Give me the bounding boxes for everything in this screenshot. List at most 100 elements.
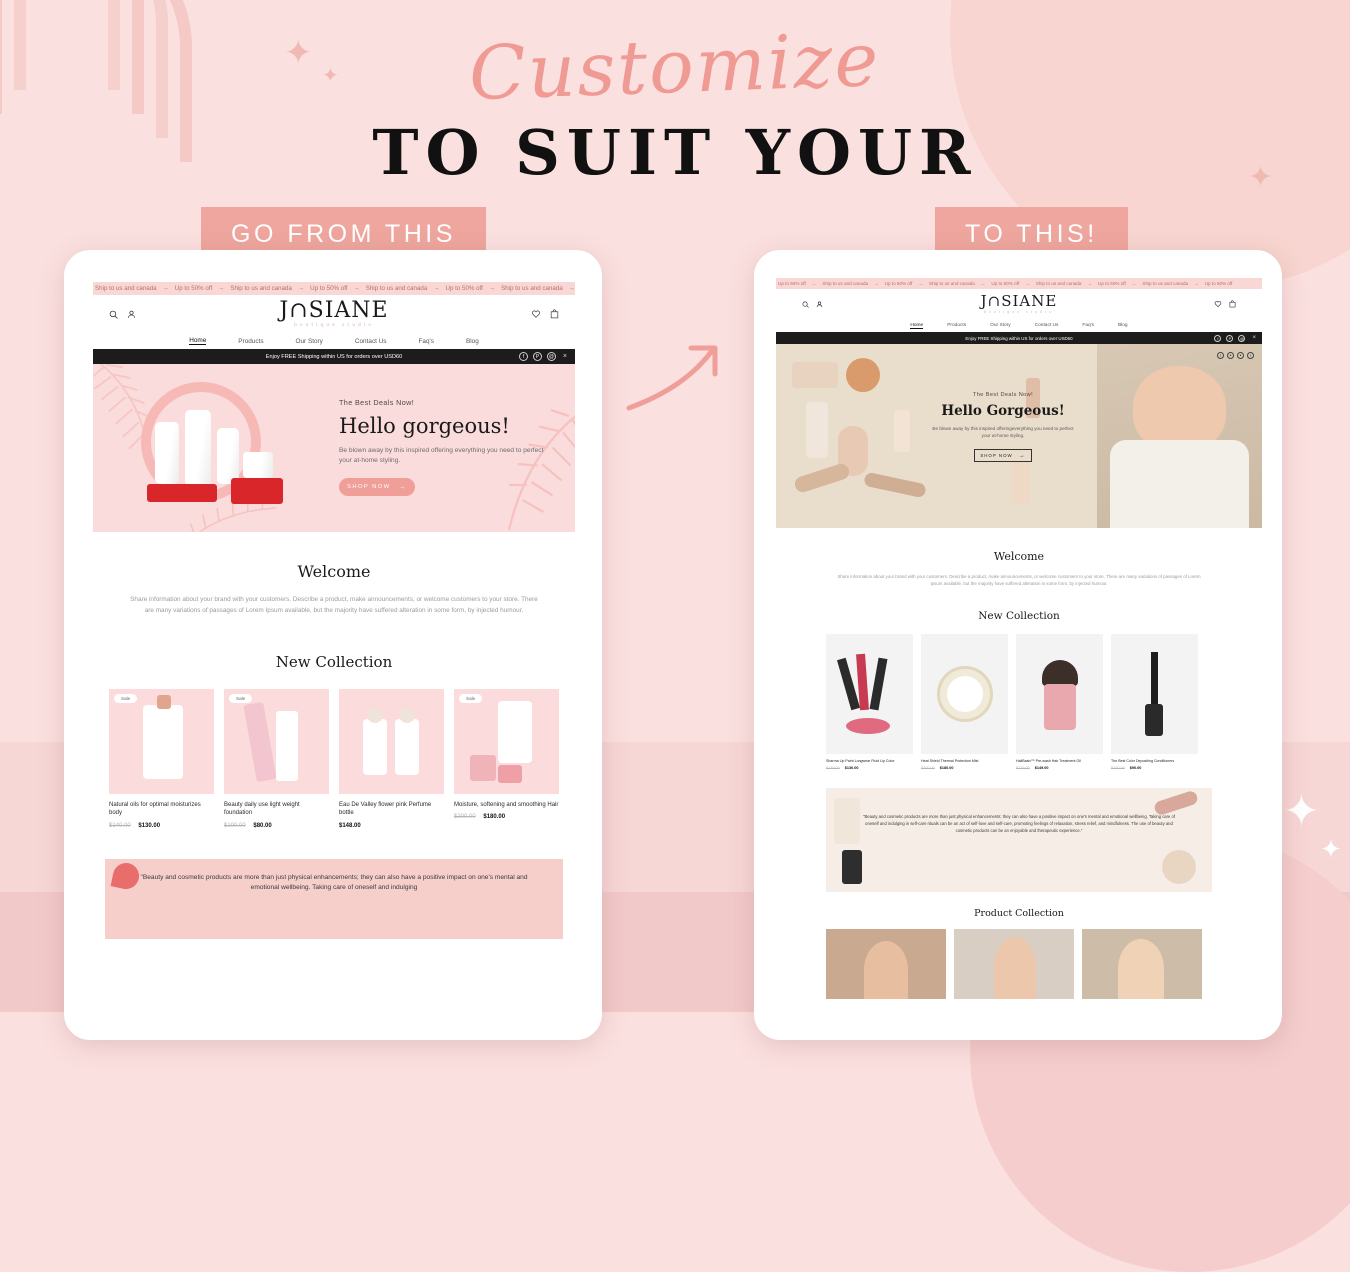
hero-shop-now-button[interactable]: SHOP NOW →	[339, 478, 415, 497]
welcome-section-right: Welcome Share information about your bra…	[776, 528, 1262, 588]
carousel-dot-1[interactable]: •	[1227, 352, 1234, 359]
product-image	[921, 633, 1008, 754]
headline-script: Customize	[468, 16, 882, 118]
hero-title: Hello gorgeous!	[339, 414, 510, 438]
product-card[interactable]: Sale Moisture, softening and smoothing H…	[454, 688, 559, 829]
nav-item-home[interactable]: Home	[189, 337, 207, 345]
announcement-separator: →	[162, 285, 169, 292]
product-card[interactable]: Sharma Lip Paint Longwear Fluid Lip Colo…	[826, 633, 913, 770]
nav-item-faqs[interactable]: Faq's	[419, 338, 434, 345]
instagram-icon[interactable]: @	[546, 352, 556, 361]
search-icon[interactable]	[802, 301, 809, 308]
carousel-prev-button[interactable]: ‹	[1217, 352, 1224, 359]
product-new-price: $80.00	[253, 822, 272, 829]
nav-item-our-story[interactable]: Our Story	[990, 323, 1011, 328]
product-new-price: $149.00	[1034, 765, 1049, 770]
collection-image-1[interactable]	[826, 928, 946, 999]
podium-right	[231, 478, 283, 504]
close-icon[interactable]: ×	[563, 353, 567, 360]
product-name: Moisture, softening and smoothing Hair	[454, 801, 559, 808]
cart-bag-icon[interactable]	[1229, 300, 1236, 308]
nav-item-contact-us[interactable]: Contact Us	[1035, 323, 1059, 328]
shipping-bar-text: Enjoy FREE Shipping within US for orders…	[965, 335, 1073, 341]
collection-image-3[interactable]	[1082, 928, 1202, 999]
wishlist-heart-icon[interactable]	[531, 309, 541, 319]
hero-carousel-controls: ‹ • • ›	[1217, 352, 1254, 359]
product-name: The Best Color Depositing Conditioners	[1111, 758, 1175, 763]
product-price: $148.00	[339, 823, 444, 829]
shipping-bar-right: Enjoy FREE Shipping within US for orders…	[776, 332, 1262, 344]
product-price: $200.00 $180.00	[921, 766, 1008, 770]
carousel-next-button[interactable]: ›	[1247, 352, 1254, 359]
product-new-price: $90.00	[1129, 765, 1142, 770]
product-old-price: $100.00	[1111, 765, 1125, 770]
nav-item-faqs[interactable]: Faq's	[1082, 323, 1094, 328]
product-image	[1111, 633, 1198, 754]
brand-logo-left[interactable]: J∩SIANE boutique studio	[279, 297, 389, 328]
testimonial-prop-4	[1162, 849, 1196, 884]
product-bottle-2	[185, 410, 211, 486]
product-collection-title: Product Collection	[974, 907, 1064, 919]
product-card[interactable]: Sale Natural oils for optimal moisturize…	[109, 688, 214, 829]
nav-item-products[interactable]: Products	[947, 323, 966, 328]
product-name: Beauty daily use light weight foundation	[224, 801, 300, 817]
hero-subtitle: Be blown away by this inspired offeringe…	[932, 426, 1074, 439]
site-nav-left: Home Products Our Story Contact Us Faq's…	[93, 333, 575, 349]
close-icon[interactable]: ×	[1252, 335, 1256, 341]
hero-subtitle: Be blown away by this inspired offering …	[339, 447, 544, 465]
shipping-bar-socials: f P @ ×	[1214, 334, 1256, 342]
sale-badge: Sale	[459, 693, 483, 703]
hero-cta-label: SHOP NOW	[980, 453, 1013, 459]
nav-item-products[interactable]: Products	[238, 338, 263, 345]
sparkle-icon-4: ✦	[1283, 787, 1320, 836]
product-card[interactable]: HaliBasix™ Pre-wash Hair Treatment Oil $…	[1016, 633, 1103, 770]
brand-name: J∩SIANE	[279, 297, 389, 323]
nav-item-home[interactable]: Home	[910, 323, 924, 329]
account-icon[interactable]	[127, 310, 136, 319]
nav-item-blog[interactable]: Blog	[1118, 323, 1128, 328]
nav-item-contact-us[interactable]: Contact Us	[355, 338, 387, 345]
product-old-price: $100.00	[224, 822, 246, 829]
product-card[interactable]: The Best Color Depositing Conditioners $…	[1111, 633, 1198, 770]
brand-logo-right[interactable]: J∩SIANE boutique studio	[981, 293, 1058, 314]
product-old-price: $140.00	[109, 822, 131, 829]
hero-title: Hello Gorgeous!	[941, 403, 1065, 419]
nav-item-blog[interactable]: Blog	[466, 338, 479, 345]
account-icon[interactable]	[816, 301, 823, 308]
instagram-icon[interactable]: @	[1238, 334, 1246, 342]
wishlist-heart-icon[interactable]	[1214, 300, 1222, 308]
search-icon[interactable]	[109, 310, 118, 319]
brand-tagline: boutique studio	[983, 309, 1055, 314]
pinterest-icon[interactable]: P	[1226, 334, 1234, 342]
testimonial-quote: "Beauty and cosmetic products are more t…	[862, 813, 1176, 833]
testimonial-prop-3	[1152, 789, 1200, 817]
nav-item-our-story[interactable]: Our Story	[296, 338, 323, 345]
testimonial-prop-1	[834, 797, 860, 844]
facebook-icon[interactable]: f	[1214, 334, 1222, 342]
serum-prop	[1012, 460, 1030, 504]
announcement-bar-left: Ship to us and canada → Up to 50% off → …	[93, 282, 575, 295]
sale-badge: Sale	[229, 693, 253, 703]
headline-serif: TO SUIT YOUR	[372, 116, 978, 189]
product-card[interactable]: Sale Beauty daily use light weight found…	[224, 688, 329, 829]
product-card[interactable]: Eau De Valley flower pink Perfume bottle…	[339, 688, 444, 829]
carousel-dot-2[interactable]: •	[1237, 352, 1244, 359]
blush-pan-prop	[846, 358, 880, 392]
facebook-icon[interactable]: f	[518, 352, 528, 361]
collection-image-2[interactable]	[954, 928, 1074, 999]
curved-arrow-icon	[626, 345, 718, 411]
makeup-palette-prop	[792, 362, 838, 388]
brush-prop-2	[792, 461, 852, 495]
testimonial-quote: "Beauty and cosmetic products are more t…	[140, 873, 528, 892]
product-new-price: $180.00	[483, 814, 506, 821]
hero-eyebrow: The Best Deals Now!	[972, 392, 1034, 398]
cart-bag-icon[interactable]	[550, 309, 559, 319]
welcome-title: Welcome	[297, 562, 371, 581]
site-header-right: J∩SIANE boutique studio	[776, 289, 1262, 319]
tablet-mockup-after: Up to 50% off → Ship to us and canada → …	[754, 250, 1282, 1040]
product-old-price: $149.00	[826, 765, 840, 770]
product-card[interactable]: Heat Shield Thermal Protection Mist $200…	[921, 633, 1008, 770]
pinterest-icon[interactable]: P	[532, 352, 542, 361]
hero-shop-now-button[interactable]: SHOP NOW →	[974, 449, 1032, 463]
announcement-bar-right: Up to 50% off → Ship to us and canada → …	[776, 278, 1262, 289]
